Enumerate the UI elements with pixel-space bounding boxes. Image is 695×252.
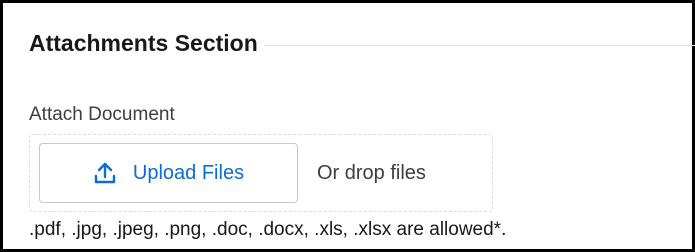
drop-files-hint: Or drop files (317, 161, 426, 184)
file-dropzone[interactable]: Upload Files Or drop files (29, 134, 493, 212)
attach-document-label: Attach Document (29, 104, 175, 125)
section-header: Attachments Section (29, 30, 695, 57)
upload-icon (93, 161, 117, 185)
section-divider (263, 45, 695, 46)
upload-files-button[interactable]: Upload Files (39, 143, 298, 203)
section-title: Attachments Section (29, 30, 258, 56)
allowed-file-types-note: .pdf, .jpg, .jpeg, .png, .doc, .docx, .x… (29, 219, 507, 240)
upload-files-label: Upload Files (132, 161, 245, 184)
attachments-panel: Attachments Section Attach Document Uplo… (0, 0, 695, 252)
